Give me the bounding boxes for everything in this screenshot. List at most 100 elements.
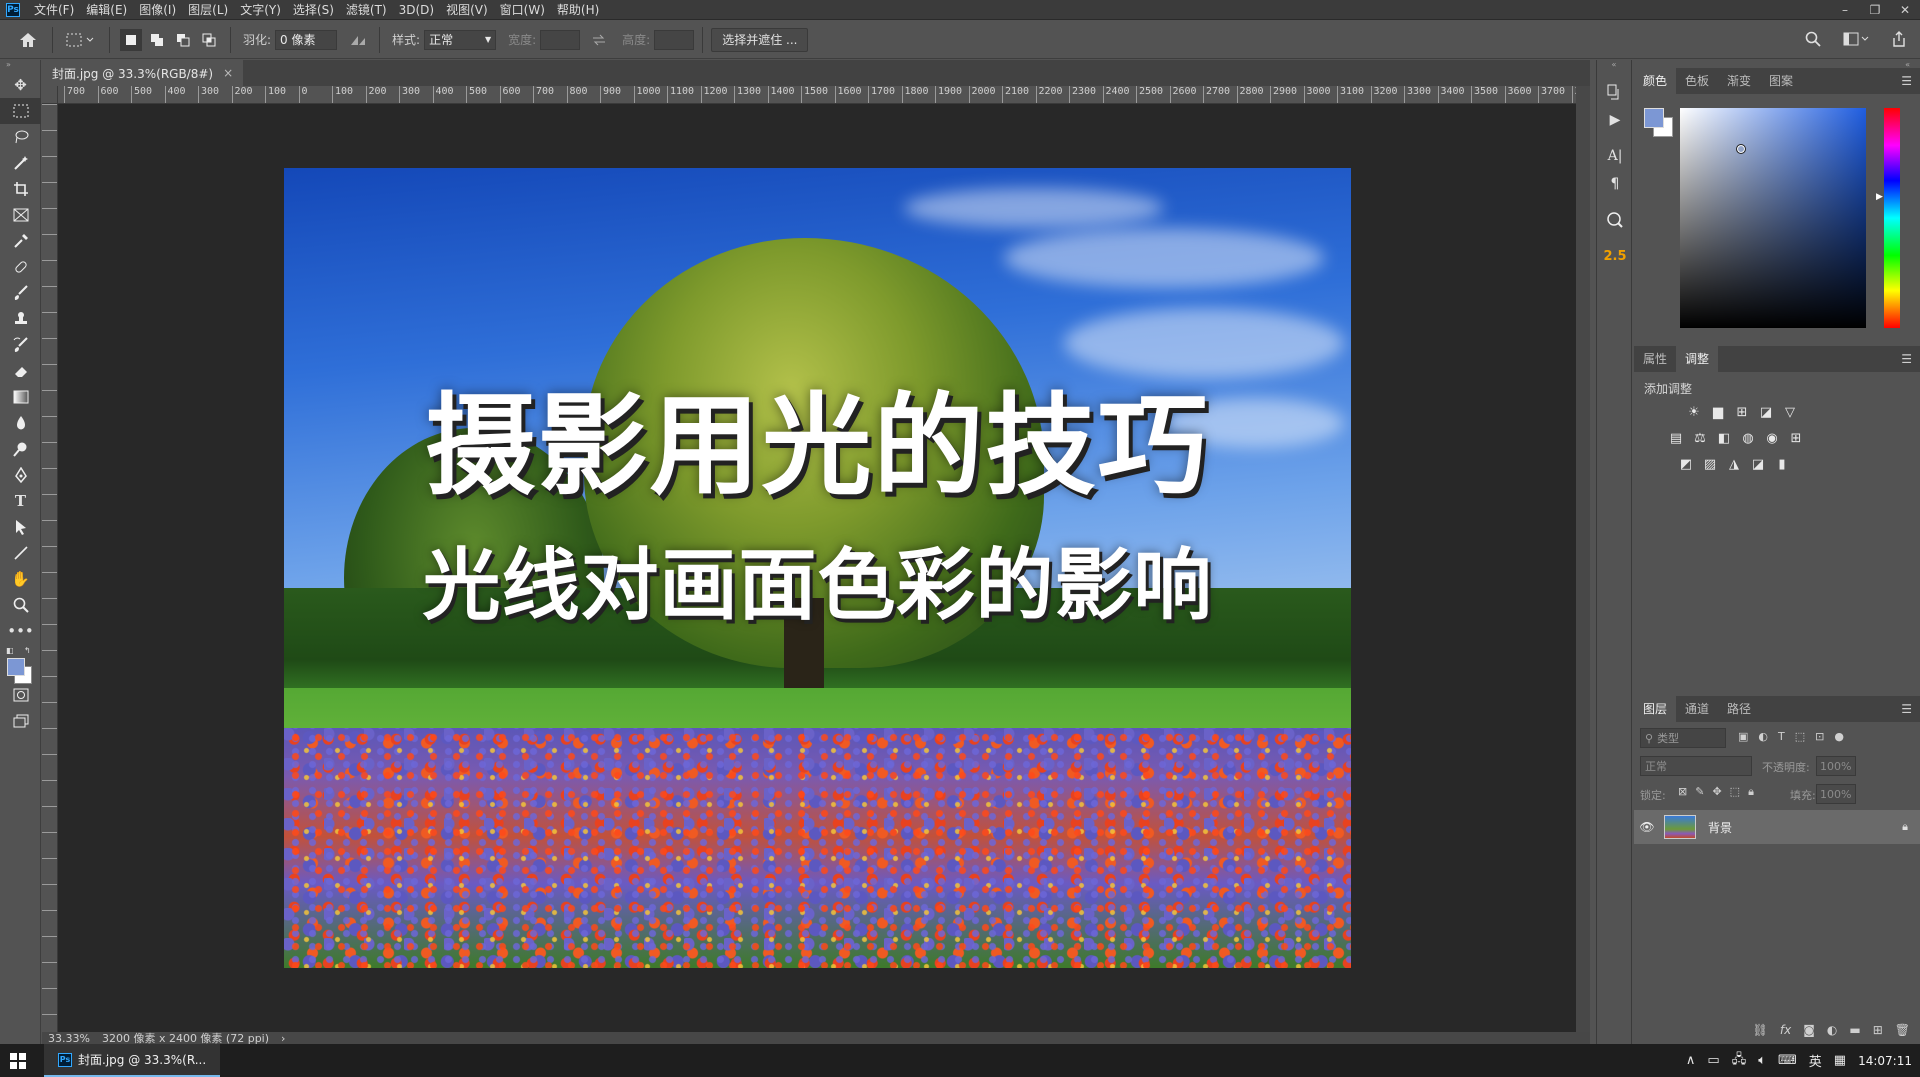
hue-saturation-icon[interactable]: ▤ [1668,430,1684,446]
black-white-icon[interactable]: ◧ [1716,430,1732,446]
quick-mask-icon[interactable] [0,682,41,708]
plugin-badge[interactable]: 2.5 [1597,242,1633,270]
color-balance-icon[interactable]: ⚖ [1692,430,1708,446]
intersect-selection-icon[interactable] [198,29,220,51]
close-tab-icon[interactable]: × [223,66,233,80]
magic-wand-tool-icon[interactable] [0,150,41,176]
brush-tool-icon[interactable] [0,280,41,306]
share-icon[interactable] [1888,28,1910,50]
style-select[interactable]: 正常 ▼ [424,29,497,50]
collapse-arrows-icon[interactable]: « [1597,60,1631,72]
layer-filter-select[interactable]: ⚲ 类型 [1640,728,1726,748]
menu-help[interactable]: 帮助(H) [551,0,605,20]
invert-icon[interactable]: ◩ [1678,456,1694,472]
levels-icon[interactable]: ▆ [1710,404,1726,420]
hand-tool-icon[interactable]: ✋ [0,566,41,592]
default-colors-icon[interactable]: ◧ [6,646,14,655]
menu-edit[interactable]: 编辑(E) [80,0,133,20]
menu-type[interactable]: 文字(Y) [234,0,287,20]
zoom-level[interactable]: 33.33% [42,1032,96,1045]
path-selection-tool-icon[interactable] [0,514,41,540]
tab-color[interactable]: 颜色 [1634,68,1677,94]
volume-icon[interactable]: 🔈︎ [1758,1053,1766,1068]
menu-filter[interactable]: 滤镜(T) [340,0,393,20]
opacity-input[interactable]: 100% [1816,756,1856,776]
taskbar-photoshop-button[interactable]: Ps 封面.jpg @ 33.3%(R... [44,1044,221,1077]
frame-tool-icon[interactable] [0,202,41,228]
home-icon[interactable] [14,29,42,51]
menu-3d[interactable]: 3D(D) [393,0,440,20]
hue-slider-handle[interactable]: ▶ [1876,192,1883,202]
color-field[interactable] [1680,108,1866,328]
rect-marquee-preset-icon[interactable] [63,29,99,51]
lock-transparency-icon[interactable]: ⊠ [1678,785,1687,799]
threshold-icon[interactable]: ◮ [1726,456,1742,472]
new-adjustment-layer-icon[interactable]: ◐ [1827,1023,1837,1037]
vibrance-icon[interactable]: ▽ [1782,404,1798,420]
move-tool-icon[interactable]: ✥ [0,72,41,98]
lock-pixels-icon[interactable]: ✎ [1695,785,1704,799]
history-brush-tool-icon[interactable] [0,332,41,358]
foreground-color-swatch[interactable] [1644,108,1664,128]
layer-lock-icon[interactable]: 🔒︎ [1890,820,1920,834]
screen-mode-icon[interactable] [0,708,41,734]
brightness-icon[interactable]: ☀ [1686,404,1702,420]
crop-tool-icon[interactable] [0,176,41,202]
tab-layers[interactable]: 图层 [1634,696,1677,722]
fill-input[interactable]: 100% [1816,784,1856,804]
keyboard-icon[interactable]: ⌨ [1778,1053,1797,1068]
paragraph-panel-icon[interactable]: ¶ [1597,170,1633,198]
blend-mode-select[interactable]: 正常 [1640,756,1752,776]
visibility-eye-icon[interactable]: 👁︎ [1634,820,1660,834]
feather-input[interactable]: 0 像素 [275,29,338,50]
color-lookup-icon[interactable]: ⊞ [1788,430,1804,446]
workspace-icon[interactable] [1840,28,1872,50]
collapse-arrows-icon[interactable]: » [0,60,40,72]
select-and-mask-button[interactable]: 选择并遮住 ... [711,27,809,52]
adjustment-filter-icon[interactable]: ◐ [1758,730,1768,743]
photo-filter-icon[interactable]: ◍ [1740,430,1756,446]
zoom-tool-icon[interactable] [0,592,41,618]
selective-color-icon[interactable]: ◪ [1750,456,1766,472]
menu-layer[interactable]: 图层(L) [182,0,234,20]
panel-menu-icon[interactable]: ☰ [1901,702,1912,716]
lasso-tool-icon[interactable] [0,124,41,150]
swap-colors-icon[interactable]: ↰ [24,646,31,655]
status-menu-arrow-icon[interactable]: › [275,1032,291,1045]
navigator-panel-icon[interactable] [1597,206,1633,234]
menu-select[interactable]: 选择(S) [287,0,340,20]
filter-toggle-icon[interactable]: ● [1834,730,1844,743]
minimize-button[interactable]: – [1830,0,1860,20]
tab-channels[interactable]: 通道 [1676,696,1718,722]
shape-filter-icon[interactable]: ⬚ [1795,730,1805,743]
swap-dimensions-icon[interactable] [588,29,610,51]
blur-tool-icon[interactable] [0,410,41,436]
line-tool-icon[interactable] [0,540,41,566]
smart-object-filter-icon[interactable]: ⊡ [1815,730,1824,743]
link-layers-icon[interactable]: ⛓ [1753,1023,1768,1037]
document-tab[interactable]: 封面.jpg @ 33.3%(RGB/8#) × [42,60,244,86]
exposure-icon[interactable]: ◪ [1758,404,1774,420]
posterize-icon[interactable]: ▨ [1702,456,1718,472]
layer-name[interactable]: 背景 [1708,819,1890,836]
network-icon[interactable]: 🖧︎ [1732,1050,1747,1072]
ime-grid-icon[interactable]: ▦ [1834,1053,1846,1068]
eyedropper-tool-icon[interactable] [0,228,41,254]
new-group-icon[interactable]: ▬ [1849,1023,1860,1037]
tab-adjustments[interactable]: 调整 [1676,346,1719,372]
search-icon[interactable] [1802,28,1824,50]
ruler-origin[interactable] [42,86,58,104]
menu-view[interactable]: 视图(V) [440,0,494,20]
eraser-tool-icon[interactable] [0,358,41,384]
actions-panel-icon[interactable]: ▶ [1597,106,1633,134]
tab-gradients[interactable]: 渐变 [1718,68,1760,94]
new-selection-icon[interactable] [120,28,142,51]
tab-patterns[interactable]: 图案 [1760,68,1802,94]
tab-swatches[interactable]: 色板 [1676,68,1718,94]
foreground-color-swatch[interactable] [7,658,25,676]
dodge-tool-icon[interactable] [0,436,41,462]
height-input[interactable] [654,29,695,50]
lock-all-icon[interactable]: 🔒︎ [1748,785,1754,799]
lock-artboard-icon[interactable]: ⬚ [1730,785,1740,799]
layer-row[interactable]: 👁︎ 背景 🔒︎ [1634,810,1920,844]
